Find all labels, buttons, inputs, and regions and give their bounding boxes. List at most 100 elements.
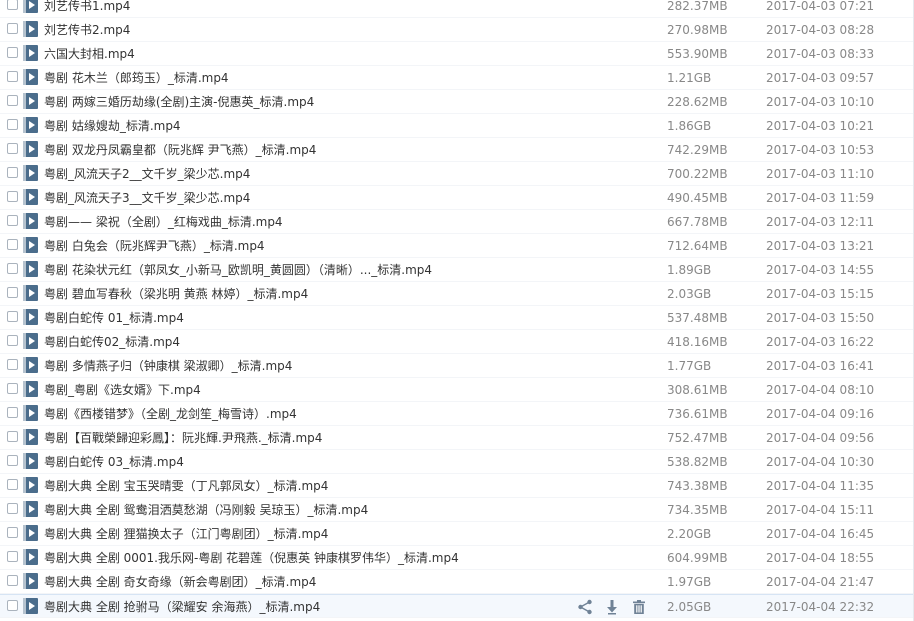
- row-checkbox[interactable]: [7, 47, 18, 58]
- row-checkbox[interactable]: [7, 71, 18, 82]
- file-row[interactable]: 粤剧大典 全剧 狸猫换太子（江门粤剧团）_标清.mp4 2.20GB 2017-…: [0, 522, 914, 546]
- file-size: 736.61MB: [667, 407, 728, 421]
- row-checkbox[interactable]: [7, 335, 18, 346]
- share-icon: [578, 599, 592, 615]
- file-row[interactable]: 粤剧 白兔会（阮兆辉尹飞燕）_标清.mp4 712.64MB 2017-04-0…: [0, 234, 914, 258]
- row-checkbox[interactable]: [7, 359, 18, 370]
- row-checkbox[interactable]: [7, 311, 18, 322]
- file-row[interactable]: 粤剧 花染状元红（郭凤女_小新马_欧凯明_黄圆圆）（清晰）..._标清.mp4 …: [0, 258, 914, 282]
- file-row[interactable]: 粤剧《西楼错梦》（全剧_龙剑笙_梅雪诗）.mp4 736.61MB 2017-0…: [0, 402, 914, 426]
- file-name[interactable]: 粤剧白蛇传02_标清.mp4: [44, 334, 180, 350]
- delete-button[interactable]: [630, 598, 648, 616]
- file-row[interactable]: 六国大封相.mp4 553.90MB 2017-04-03 08:33: [0, 42, 914, 66]
- row-checkbox[interactable]: [7, 407, 18, 418]
- file-name[interactable]: 粤剧_粤剧《选女婿》下.mp4: [44, 382, 201, 398]
- file-name[interactable]: 粤剧大典 全剧 抢驸马（梁耀安 余海燕）_标清.mp4: [44, 599, 320, 615]
- file-name[interactable]: 粤剧_风流天子2__文千岁_梁少芯.mp4: [44, 166, 250, 182]
- file-name[interactable]: 六国大封相.mp4: [44, 46, 135, 62]
- row-checkbox[interactable]: [7, 23, 18, 34]
- row-checkbox[interactable]: [7, 551, 18, 562]
- file-row[interactable]: 粤剧 姑缘嫂劫_标清.mp4 1.86GB 2017-04-03 10:21: [0, 114, 914, 138]
- file-date: 2017-04-04 22:32: [766, 600, 875, 614]
- row-checkbox[interactable]: [7, 191, 18, 202]
- file-name[interactable]: 粤剧 多情燕子归（钟康棋 梁淑卿）_标清.mp4: [44, 358, 292, 374]
- file-name[interactable]: 粤剧 白兔会（阮兆辉尹飞燕）_标清.mp4: [44, 238, 265, 254]
- file-date: 2017-04-03 15:15: [766, 287, 875, 301]
- file-row[interactable]: 粤剧白蛇传 01_标清.mp4 537.48MB 2017-04-03 15:5…: [0, 306, 914, 330]
- file-date: 2017-04-03 08:33: [766, 47, 875, 61]
- file-name[interactable]: 粤剧大典 全剧 狸猫换太子（江门粤剧团）_标清.mp4: [44, 526, 328, 542]
- file-row[interactable]: 粤剧_粤剧《选女婿》下.mp4 308.61MB 2017-04-04 08:1…: [0, 378, 914, 402]
- file-row[interactable]: 粤剧白蛇传02_标清.mp4 418.16MB 2017-04-03 16:22: [0, 330, 914, 354]
- file-name[interactable]: 粤剧 花木兰（郎筠玉）_标清.mp4: [44, 70, 229, 86]
- file-row[interactable]: 粤剧大典 全剧 鸳鸯泪洒莫愁湖（冯刚毅 吴琼玉）_标清.mp4 734.35MB…: [0, 498, 914, 522]
- file-size: 2.03GB: [667, 287, 712, 301]
- file-row[interactable]: 粤剧_风流天子3__文千岁_梁少芯.mp4 490.45MB 2017-04-0…: [0, 186, 914, 210]
- row-checkbox[interactable]: [7, 479, 18, 490]
- row-checkbox[interactable]: [7, 263, 18, 274]
- file-row[interactable]: 粤剧_风流天子2__文千岁_梁少芯.mp4 700.22MB 2017-04-0…: [0, 162, 914, 186]
- file-name[interactable]: 粤剧 碧血写春秋（梁兆明 黄燕 林婷）_标清.mp4: [44, 286, 308, 302]
- file-row[interactable]: 粤剧大典 全剧 奇女奇缘（新会粤剧团）_标清.mp4 1.97GB 2017-0…: [0, 570, 914, 594]
- file-name[interactable]: 粤剧大典 全剧 鸳鸯泪洒莫愁湖（冯刚毅 吴琼玉）_标清.mp4: [44, 502, 368, 518]
- row-checkbox[interactable]: [7, 239, 18, 250]
- file-row[interactable]: 粤剧大典 全剧 宝玉哭晴雯（丁凡郭凤女）_标清.mp4 743.38MB 201…: [0, 474, 914, 498]
- file-name[interactable]: 粤剧 双龙丹凤霸皇都（阮兆辉 尹飞燕）_标清.mp4: [44, 142, 316, 158]
- file-name[interactable]: 粤剧_风流天子3__文千岁_梁少芯.mp4: [44, 190, 250, 206]
- file-name[interactable]: 刘艺传书2.mp4: [44, 22, 130, 38]
- file-date: 2017-04-03 09:57: [766, 71, 875, 85]
- file-size: 537.48MB: [667, 311, 728, 325]
- file-name[interactable]: 粤剧 花染状元红（郭凤女_小新马_欧凯明_黄圆圆）（清晰）..._标清.mp4: [44, 262, 432, 278]
- row-checkbox[interactable]: [7, 455, 18, 466]
- file-date: 2017-04-03 10:10: [766, 95, 875, 109]
- file-row[interactable]: 粤剧大典 全剧 0001.我乐网-粤剧 花碧莲（倪惠英 钟康棋罗伟华）_标清.m…: [0, 546, 914, 570]
- file-row[interactable]: 粤剧 花木兰（郎筠玉）_标清.mp4 1.21GB 2017-04-03 09:…: [0, 66, 914, 90]
- row-checkbox[interactable]: [7, 503, 18, 514]
- file-name[interactable]: 粤剧白蛇传 01_标清.mp4: [44, 310, 184, 326]
- video-file-icon: [23, 21, 38, 37]
- row-checkbox[interactable]: [7, 600, 18, 611]
- file-row[interactable]: 粤剧 碧血写春秋（梁兆明 黄燕 林婷）_标清.mp4 2.03GB 2017-0…: [0, 282, 914, 306]
- row-checkbox[interactable]: [7, 383, 18, 394]
- share-button[interactable]: [576, 598, 594, 616]
- row-checkbox[interactable]: [7, 575, 18, 586]
- file-row[interactable]: 粤剧 双龙丹凤霸皇都（阮兆辉 尹飞燕）_标清.mp4 742.29MB 2017…: [0, 138, 914, 162]
- file-date: 2017-04-03 13:21: [766, 239, 875, 253]
- video-file-icon: [23, 189, 38, 205]
- video-file-icon: [23, 261, 38, 277]
- file-name[interactable]: 粤剧 两嫁三婚历劫缘(全剧)主演-倪惠英_标清.mp4: [44, 94, 314, 110]
- download-button[interactable]: [603, 598, 621, 616]
- file-row[interactable]: 粤剧 两嫁三婚历劫缘(全剧)主演-倪惠英_标清.mp4 228.62MB 201…: [0, 90, 914, 114]
- file-list: 刘艺传书1.mp4 282.37MB 2017-04-03 07:21 刘艺传书…: [0, 0, 914, 618]
- file-name[interactable]: 粤剧大典 全剧 奇女奇缘（新会粤剧团）_标清.mp4: [44, 574, 316, 590]
- row-checkbox[interactable]: [7, 0, 18, 10]
- row-checkbox[interactable]: [7, 287, 18, 298]
- row-checkbox[interactable]: [7, 95, 18, 106]
- row-checkbox[interactable]: [7, 167, 18, 178]
- file-date: 2017-04-04 10:30: [766, 455, 875, 469]
- file-row[interactable]: 粤剧—— 梁祝（全剧）_红梅戏曲_标清.mp4 667.78MB 2017-04…: [0, 210, 914, 234]
- file-size: 734.35MB: [667, 503, 728, 517]
- file-size: 1.86GB: [667, 119, 712, 133]
- file-row[interactable]: 刘艺传书2.mp4 270.98MB 2017-04-03 08:28: [0, 18, 914, 42]
- file-row[interactable]: 粤剧 多情燕子归（钟康棋 梁淑卿）_标清.mp4 1.77GB 2017-04-…: [0, 354, 914, 378]
- file-name[interactable]: 粤剧大典 全剧 0001.我乐网-粤剧 花碧莲（倪惠英 钟康棋罗伟华）_标清.m…: [44, 550, 459, 566]
- row-checkbox[interactable]: [7, 143, 18, 154]
- file-name[interactable]: 粤剧《西楼错梦》（全剧_龙剑笙_梅雪诗）.mp4: [44, 406, 297, 422]
- file-name[interactable]: 粤剧—— 梁祝（全剧）_红梅戏曲_标清.mp4: [44, 214, 283, 230]
- row-checkbox[interactable]: [7, 527, 18, 538]
- file-row[interactable]: 粤剧大典 全剧 抢驸马（梁耀安 余海燕）_标清.mp4 2.05GB 2017-…: [0, 594, 914, 618]
- file-name[interactable]: 粤剧大典 全剧 宝玉哭晴雯（丁凡郭凤女）_标清.mp4: [44, 478, 328, 494]
- file-row[interactable]: 粤剧【百戰榮歸迎彩鳳】：阮兆輝.尹飛燕._标清.mp4 752.47MB 201…: [0, 426, 914, 450]
- row-checkbox[interactable]: [7, 119, 18, 130]
- file-date: 2017-04-03 11:10: [766, 167, 875, 181]
- file-row[interactable]: 粤剧白蛇传 03_标清.mp4 538.82MB 2017-04-04 10:3…: [0, 450, 914, 474]
- row-checkbox[interactable]: [7, 215, 18, 226]
- video-file-icon: [23, 357, 38, 373]
- file-name[interactable]: 粤剧【百戰榮歸迎彩鳳】：阮兆輝.尹飛燕._标清.mp4: [44, 430, 322, 446]
- file-name[interactable]: 刘艺传书1.mp4: [44, 0, 130, 14]
- file-name[interactable]: 粤剧白蛇传 03_标清.mp4: [44, 454, 184, 470]
- file-row[interactable]: 刘艺传书1.mp4 282.37MB 2017-04-03 07:21: [0, 0, 914, 18]
- row-checkbox[interactable]: [7, 431, 18, 442]
- file-name[interactable]: 粤剧 姑缘嫂劫_标清.mp4: [44, 118, 181, 134]
